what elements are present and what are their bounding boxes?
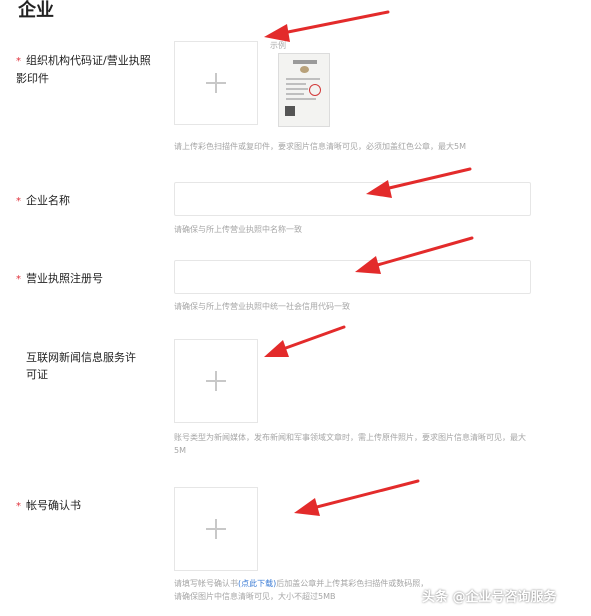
arrow-line <box>281 10 390 35</box>
company-name-label-text: 企业名称 <box>26 194 70 207</box>
company-name-label: * 企业名称 <box>16 192 151 210</box>
license-no-input[interactable] <box>174 260 531 294</box>
news-permit-upload[interactable] <box>174 339 258 423</box>
license-text-line <box>286 88 308 90</box>
news-permit-label: 互联网新闻信息服务许可证 <box>26 351 136 381</box>
arrow-head <box>264 340 289 357</box>
account-confirm-label: * 帐号确认书 <box>16 497 151 515</box>
example-license-image[interactable] <box>278 53 330 127</box>
example-label: 示例 <box>270 41 286 50</box>
news-permit-hint: 账号类型为新闻媒体，发布新闻和军事领域文章时，需上传原件照片，要求图片信息清晰可… <box>174 433 526 455</box>
qr-code-icon <box>285 106 295 116</box>
red-seal-icon <box>309 84 321 96</box>
arrow-line <box>311 479 420 510</box>
license-no-label: * 营业执照注册号 <box>16 270 151 288</box>
page-title: 企业 <box>18 0 54 21</box>
plus-icon <box>206 371 226 391</box>
required-mark: * <box>16 274 21 285</box>
license-text-line <box>286 83 306 85</box>
license-text-line <box>286 98 316 100</box>
license-no-hint: 请确保与所上传营业执照中统一社会信用代码一致 <box>174 302 350 311</box>
account-confirm-hint-prefix: 请填写帐号确认书 <box>174 579 238 588</box>
license-text-line <box>286 78 320 80</box>
account-confirm-hint-suffix: 后加盖公章并上传其彩色扫描件或数码照， <box>276 579 429 588</box>
account-confirm-label-text: 帐号确认书 <box>26 499 81 512</box>
org-code-hint: 请上传彩色扫描件或复印件，要求图片信息清晰可见，必须加盖红色公章，最大5M <box>174 142 466 151</box>
license-no-label-text: 营业执照注册号 <box>26 272 103 285</box>
required-mark: * <box>16 56 21 67</box>
company-name-hint: 请确保与所上传营业执照中名称一致 <box>174 225 302 234</box>
account-confirm-upload[interactable] <box>174 487 258 571</box>
watermark: 头条 @企业号咨询服务 <box>422 590 557 605</box>
emblem-icon <box>300 66 309 73</box>
license-title-mark <box>293 60 317 64</box>
license-text-line <box>286 93 304 95</box>
org-code-label-text: 组织机构代码证/营业执照影印件 <box>16 54 151 85</box>
arrow-head <box>294 498 320 516</box>
required-mark: * <box>16 196 21 207</box>
account-confirm-hint-line2: 请确保图片中信息清晰可见，大小不超过5MB <box>174 592 336 601</box>
org-code-label: * 组织机构代码证/营业执照影印件 <box>16 52 151 87</box>
required-mark: * <box>16 501 21 512</box>
download-link[interactable]: (点此下载) <box>238 579 276 588</box>
org-code-upload[interactable] <box>174 41 258 125</box>
arrow-line <box>281 325 346 351</box>
plus-icon <box>206 73 226 93</box>
company-name-input[interactable] <box>174 182 531 216</box>
plus-icon <box>206 519 226 539</box>
